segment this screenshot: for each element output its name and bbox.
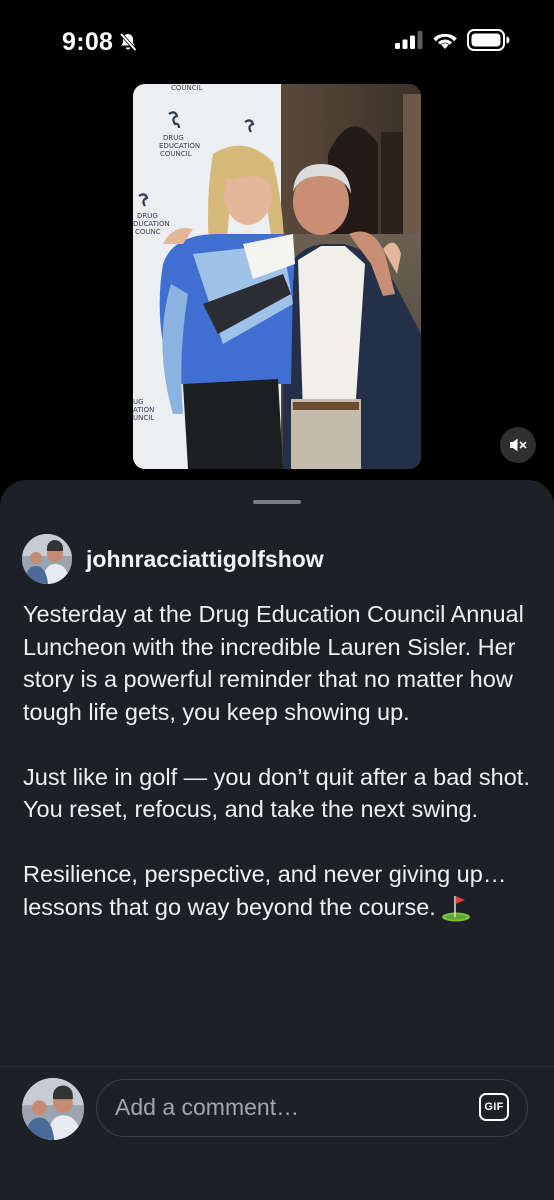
gif-button[interactable]: GIF [479,1093,509,1121]
svg-text:COUNCIL: COUNCIL [171,84,203,92]
svg-text:DRUG: DRUG [137,212,158,220]
comment-input[interactable] [115,1080,455,1135]
author-username[interactable]: johnracciattigolfshow [86,546,324,573]
post-author[interactable]: johnracciattigolfshow [22,534,324,584]
signal-icon [395,31,423,49]
post-photo[interactable]: COUNCIL DRUG EDUCATION COUNCIL DRUG DUCA… [133,84,421,469]
svg-text:EDUCATION: EDUCATION [159,142,200,150]
comment-divider [0,1066,554,1067]
battery-icon [467,29,510,51]
caption-paragraph-1: Yesterday at the Drug Education Council … [23,601,524,725]
caption-paragraph-2: Just like in golf — you don’t quit after… [23,763,530,823]
photo-illustration: COUNCIL DRUG EDUCATION COUNCIL DRUG DUCA… [133,84,421,469]
caption-sheet: johnracciattigolfshow Yesterday at the D… [0,480,554,1200]
post-caption: Yesterday at the Drug Education Council … [23,598,535,956]
svg-text:ATION: ATION [133,406,154,414]
mute-icon [510,438,527,452]
mute-button[interactable] [500,427,536,463]
author-avatar[interactable] [22,534,72,584]
golf-flag-emoji [441,896,470,922]
svg-text:COUNCIL: COUNCIL [160,150,192,158]
status-time: 9:08 [62,28,114,56]
wifi-icon [433,33,457,49]
commenter-avatar[interactable] [22,1078,84,1140]
sheet-grabber[interactable] [253,500,301,504]
svg-text:UNCIL: UNCIL [133,414,154,422]
status-bar: 9:08 [0,0,554,80]
svg-text:UG: UG [133,398,144,406]
bell-slash-icon [119,32,137,52]
svg-text:DRUG: DRUG [163,134,184,142]
comment-field[interactable]: GIF [96,1079,528,1137]
svg-text:DUCATION: DUCATION [133,220,170,228]
caption-paragraph-3: Resilience, perspective, and never givin… [23,858,535,923]
svg-text:COUNC: COUNC [135,228,161,236]
caption-paragraph-3-text: Resilience, perspective, and never givin… [23,861,507,920]
